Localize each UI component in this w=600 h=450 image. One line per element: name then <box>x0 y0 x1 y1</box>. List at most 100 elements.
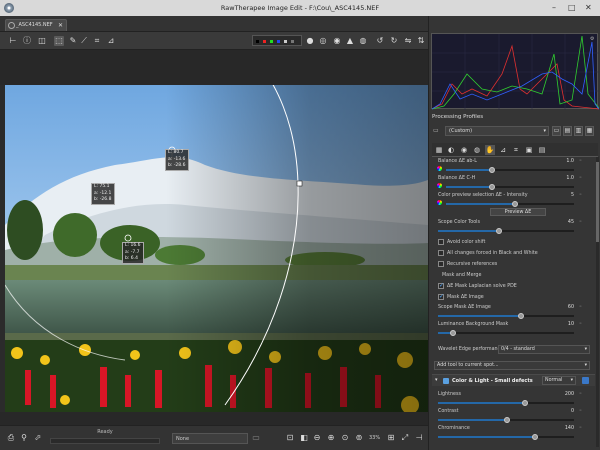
histogram-settings-icon[interactable]: ⚙ <box>590 36 594 42</box>
save-profile-icon[interactable]: ▤ <box>563 126 572 136</box>
scope-mask-reset-icon[interactable]: ◦ <box>577 304 584 311</box>
gamut-check-icon[interactable]: ◧ <box>299 433 309 443</box>
balance-ch-slider[interactable] <box>489 184 495 190</box>
hide-right-panel-icon[interactable]: ⊣ <box>414 433 424 443</box>
zoom-100-icon[interactable]: ⊙ <box>340 433 350 443</box>
contrast-value[interactable]: 0 <box>560 409 574 414</box>
balance-ab-value[interactable]: 1.0 <box>560 159 574 164</box>
gray-swatch[interactable] <box>291 40 294 43</box>
rotate-left-icon[interactable]: ↺ <box>375 36 385 46</box>
green-swatch[interactable] <box>270 40 273 43</box>
softproof-icon[interactable]: ⊡ <box>285 433 295 443</box>
color-light-header[interactable]: ▾ Color & Light - Small defects Normal ▾ <box>432 374 595 386</box>
straighten-icon[interactable]: ⟋ <box>79 36 89 46</box>
hide-panel-icon[interactable]: ⊢ <box>8 36 18 46</box>
scope-mask-slider[interactable] <box>518 313 524 319</box>
mask-image-checkbox[interactable] <box>438 293 444 300</box>
preview-intensity-reset-icon[interactable]: ◦ <box>577 192 584 199</box>
flip-vertical-icon[interactable]: ⇅ <box>416 36 426 46</box>
rotate-right-icon[interactable]: ↻ <box>389 36 399 46</box>
contrast-slider[interactable] <box>504 417 510 423</box>
scope-tools-reset-icon[interactable]: ◦ <box>577 219 584 226</box>
balance-ab-slider[interactable] <box>489 167 495 173</box>
complexity-select[interactable]: Normal ▾ <box>542 376 576 385</box>
close-button[interactable]: ✕ <box>585 3 592 12</box>
preview-channel-selector[interactable] <box>252 35 302 46</box>
fullscreen-icon[interactable]: ⤢ <box>400 433 410 443</box>
profile-select[interactable]: (Custom) ▾ <box>445 126 549 136</box>
balance-ch-reset-icon[interactable]: ◦ <box>577 175 584 182</box>
scope-tools-slider[interactable] <box>496 228 502 234</box>
new-detail-window-icon[interactable]: ⊞ <box>386 433 396 443</box>
tool-panel-scrollbar[interactable] <box>596 157 599 447</box>
black-swatch[interactable] <box>256 40 259 43</box>
gamut-icon[interactable]: ◍ <box>358 36 368 46</box>
tab-raw-icon[interactable]: ▣ <box>524 145 534 155</box>
before-after-icon[interactable]: ◫ <box>37 36 47 46</box>
image-tab[interactable]: _ASC4145.NEF ✕ <box>5 19 67 31</box>
tab-color-icon[interactable]: ◍ <box>472 145 482 155</box>
lightness-slider[interactable] <box>522 400 528 406</box>
clip-highlight-icon[interactable]: ● <box>305 36 315 46</box>
red-swatch[interactable] <box>263 40 266 43</box>
tab-advanced-icon[interactable]: ⊿ <box>498 145 508 155</box>
external-editor-icon[interactable]: ⬀ <box>33 433 43 443</box>
preview-intensity-value[interactable]: 5 <box>560 193 574 198</box>
avoid-shift-checkbox[interactable] <box>438 239 444 245</box>
chrominance-reset-icon[interactable]: ◦ <box>577 425 584 432</box>
chrominance-slider[interactable] <box>532 434 538 440</box>
contrast-reset-icon[interactable]: ◦ <box>577 408 584 415</box>
crop-select-icon[interactable]: ⬚ <box>54 36 64 46</box>
focus-mask-icon[interactable]: ◉ <box>332 36 342 46</box>
preview-intensity-slider[interactable] <box>512 201 518 207</box>
lightness-value[interactable]: 200 <box>560 392 574 397</box>
open-profile-icon[interactable]: ▭ <box>552 126 561 136</box>
laplacian-checkbox[interactable] <box>438 282 444 289</box>
zoom-fit-icon[interactable]: ⊚ <box>354 433 364 443</box>
add-tool-select[interactable]: Add tool to current spot... ▾ <box>434 361 590 370</box>
scope-mask-value[interactable]: 60 <box>560 305 574 310</box>
profile-mode-icon[interactable]: ▭ <box>433 127 439 134</box>
save-image-icon[interactable]: ⎙ <box>6 433 16 443</box>
minimize-button[interactable]: – <box>552 3 556 12</box>
balance-ch-value[interactable]: 1.0 <box>560 176 574 181</box>
paste-profile-icon[interactable]: ▦ <box>585 126 594 136</box>
queue-icon[interactable]: ⚲ <box>19 433 29 443</box>
flip-icon[interactable]: ⇋ <box>403 36 413 46</box>
luminance-swatch[interactable] <box>284 40 287 43</box>
crop-icon[interactable]: ⌗ <box>92 36 102 46</box>
chrominance-value[interactable]: 140 <box>560 426 574 431</box>
tab-metadata-icon[interactable]: ▤ <box>537 145 547 155</box>
zoom-in-icon[interactable]: ⊕ <box>326 433 336 443</box>
tab-transform-icon[interactable]: ⌗ <box>511 145 521 155</box>
lum-bg-mask-slider[interactable] <box>450 330 456 336</box>
recursive-checkbox[interactable] <box>438 261 444 267</box>
clip-shadow-icon[interactable]: ◎ <box>318 36 328 46</box>
warning-icon[interactable]: ▲ <box>345 36 355 46</box>
bw-changes-checkbox[interactable] <box>438 250 444 256</box>
tab-exposure-icon[interactable]: ◐ <box>446 145 456 155</box>
image-viewer[interactable]: L: 80.7 a: -13.6 b: -28.6 L: 75.1 a: -12… <box>5 85 428 412</box>
wavelet-edge-select[interactable]: 0/4 - standard ▾ <box>498 345 590 354</box>
zoom-out-icon[interactable]: ⊖ <box>312 433 322 443</box>
monitor-profile-icon[interactable]: ▭ <box>251 433 261 443</box>
color-picker-icon[interactable]: ✎ <box>68 36 78 46</box>
lum-bg-mask-reset-icon[interactable]: ◦ <box>577 321 584 328</box>
copy-profile-icon[interactable]: ▥ <box>574 126 583 136</box>
tab-local-icon[interactable]: ✋ <box>485 145 495 155</box>
balance-ab-reset-icon[interactable]: ◦ <box>577 158 584 165</box>
tab-close-icon[interactable]: ✕ <box>58 20 63 31</box>
lum-bg-mask-value[interactable]: 10 <box>560 322 574 327</box>
maximize-button[interactable]: □ <box>568 3 576 12</box>
info-icon[interactable]: ⓘ <box>22 36 32 46</box>
blue-swatch[interactable] <box>277 40 280 43</box>
histogram[interactable]: ⚙ <box>431 33 600 110</box>
scrollbar-thumb[interactable] <box>596 162 599 242</box>
tab-favorites-icon[interactable]: ▦ <box>434 145 444 155</box>
preview-delta-e-button[interactable]: Preview ΔE <box>490 208 546 216</box>
scope-tools-value[interactable]: 45 <box>560 220 574 225</box>
tab-detail-icon[interactable]: ◉ <box>459 145 469 155</box>
lightness-reset-icon[interactable]: ◦ <box>577 391 584 398</box>
expander-chevron-icon[interactable]: ▾ <box>435 377 438 383</box>
output-profile-select[interactable]: None <box>172 433 248 444</box>
